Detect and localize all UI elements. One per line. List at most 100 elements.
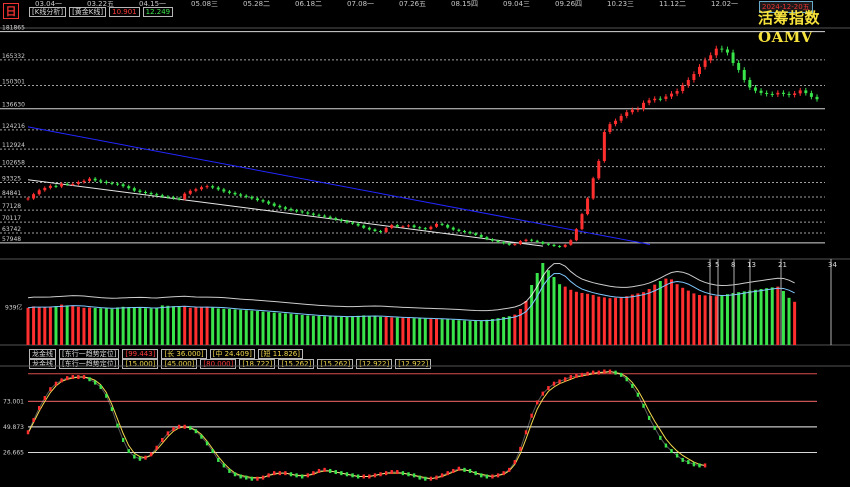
- price-candle: [462, 231, 466, 233]
- oscillator-mark: [452, 468, 455, 473]
- oscillator-mark: [670, 449, 673, 454]
- volume-ma-2: [27, 262, 795, 312]
- price-candle: [451, 227, 455, 230]
- price-candle: [250, 196, 254, 199]
- volume-label: 21: [778, 261, 787, 269]
- price-candle: [658, 98, 662, 100]
- oscillator-mark: [558, 379, 561, 384]
- price-candle: [244, 195, 248, 197]
- price-candle: [339, 219, 343, 221]
- oscillator-mark: [412, 473, 416, 478]
- oscillator-mark: [631, 383, 634, 388]
- volume-bar: [88, 307, 92, 345]
- price-candle: [518, 241, 522, 245]
- price-candle: [753, 87, 757, 91]
- price-candle: [300, 211, 304, 213]
- oscillator-mark: [133, 454, 136, 459]
- chart-svg: 03.04一 03.22五 04.15一 05.08三 05.28二 06.18二 07.0…: [0, 0, 850, 481]
- price-candle: [43, 187, 47, 191]
- oscillator-mark: [317, 468, 321, 473]
- price-candle: [787, 93, 791, 95]
- volume-bar: [793, 301, 797, 345]
- price-y-tick: 102658: [2, 160, 25, 167]
- price-candle: [670, 93, 674, 97]
- oscillator-mark: [155, 445, 158, 450]
- price-candle: [295, 210, 299, 212]
- volume-bar: [71, 305, 75, 345]
- volume-label: 3: [707, 261, 711, 269]
- price-candle: [373, 229, 377, 232]
- volume-bar: [675, 284, 679, 345]
- price-candle: [110, 182, 114, 184]
- price-candle: [636, 108, 640, 110]
- timeline-label: 05.08三: [191, 0, 218, 8]
- volume-bar: [776, 286, 780, 345]
- volume-bar: [485, 319, 489, 345]
- oscillator-mark: [356, 474, 360, 479]
- osc-y-tick: 26.665: [3, 450, 24, 457]
- volume-bar: [306, 315, 310, 345]
- price-candle: [681, 85, 685, 92]
- timeline-label: 11.12二: [659, 0, 686, 8]
- volume-bar: [188, 307, 192, 345]
- price-candle: [502, 242, 506, 244]
- oscillator-mark: [513, 460, 517, 465]
- price-candle: [642, 102, 646, 109]
- price-candle: [558, 246, 562, 248]
- oscillator-mark: [519, 446, 522, 451]
- price-candle: [367, 227, 371, 230]
- oscillator-mark: [642, 403, 645, 408]
- volume-bar: [362, 315, 366, 345]
- oscillator-mark: [429, 476, 433, 481]
- oscillator-mark: [463, 467, 466, 472]
- oscillator-mark: [390, 470, 393, 475]
- volume-bar: [160, 305, 164, 345]
- oscillator-mark: [177, 424, 181, 429]
- price-y-tick: 181865: [2, 25, 25, 32]
- volume-bar: [373, 316, 377, 345]
- volume-bar: [558, 284, 562, 345]
- volume-bar: [630, 294, 634, 345]
- volume-y-tick: 939亿: [5, 303, 22, 311]
- oscillator-main: [27, 371, 706, 480]
- price-candle: [351, 222, 355, 224]
- price-candle: [625, 112, 629, 116]
- volume-bar: [647, 289, 651, 345]
- volume-bar: [412, 318, 416, 345]
- volume-bar: [636, 293, 640, 345]
- volume-label: 5: [715, 261, 719, 269]
- volume-bar: [407, 318, 411, 345]
- price-candle: [530, 239, 534, 241]
- price-candle: [776, 92, 780, 95]
- price-candle: [255, 198, 259, 201]
- oscillator-mark: [99, 384, 102, 389]
- price-candle: [144, 191, 148, 193]
- oscillator-mark: [563, 377, 567, 382]
- price-candle: [267, 201, 271, 204]
- volume-bar: [127, 307, 131, 345]
- price-candle: [272, 203, 276, 206]
- volume-bar: [356, 315, 360, 345]
- timeline-label: 03.22五: [87, 0, 114, 8]
- price-y-tick: 93325: [2, 176, 21, 183]
- oscillator-mark: [93, 380, 97, 385]
- oscillator-mark: [457, 466, 461, 471]
- volume-bar: [462, 320, 466, 345]
- price-candle: [48, 185, 52, 188]
- oscillator-mark: [485, 474, 489, 479]
- price-candle: [171, 197, 175, 199]
- oscillator-mark: [295, 473, 298, 478]
- price-candle: [569, 240, 573, 245]
- volume-bar: [496, 318, 500, 345]
- price-candle: [563, 244, 567, 247]
- price-candle: [697, 66, 701, 75]
- volume-bar: [653, 284, 657, 345]
- price-candle: [748, 79, 752, 88]
- volume-bar: [781, 291, 785, 345]
- volume-bar: [311, 315, 315, 345]
- oscillator-mark: [396, 470, 399, 475]
- volume-bar: [697, 295, 701, 345]
- timeline-label: 10.23三: [607, 0, 634, 8]
- volume-bar: [339, 316, 343, 345]
- price-candle: [132, 188, 136, 191]
